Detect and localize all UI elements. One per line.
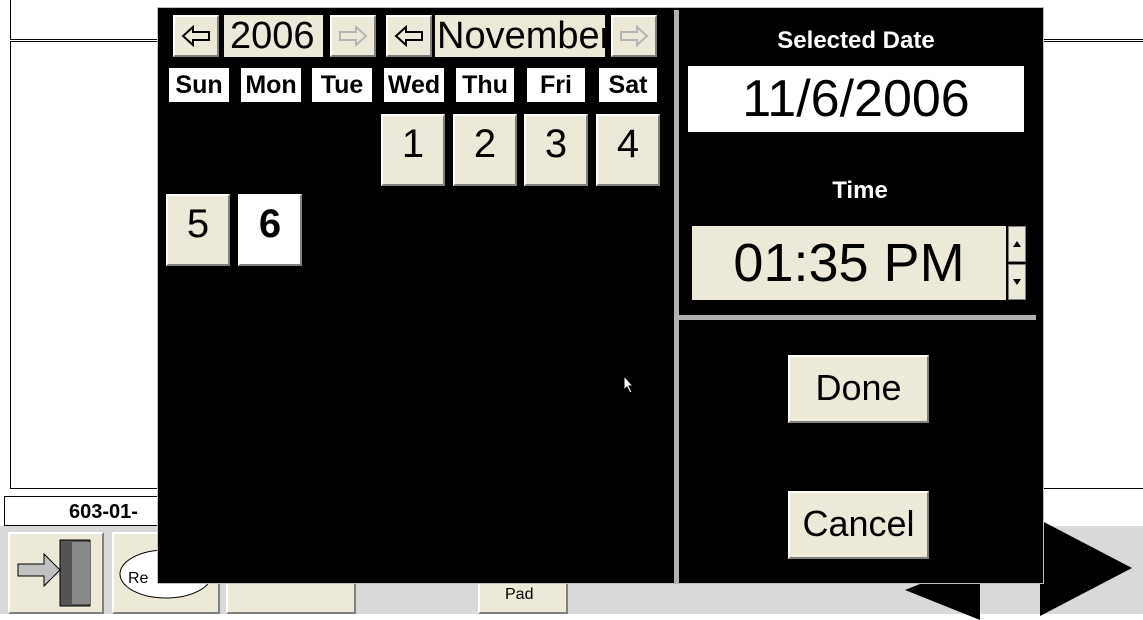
- scroll-right-arrow-icon[interactable]: [1040, 520, 1132, 616]
- cloud-button-label: Re: [128, 570, 149, 587]
- prev-month-button[interactable]: [386, 15, 432, 57]
- exit-door-icon: [17, 539, 91, 607]
- weekday-fri: Fri: [527, 68, 585, 102]
- prev-year-button[interactable]: [173, 15, 219, 57]
- selected-date-display: 11/6/2006: [688, 66, 1024, 132]
- triangle-up-icon: [1013, 241, 1021, 247]
- weekday-sat: Sat: [599, 68, 657, 102]
- time-increment-button[interactable]: [1008, 226, 1026, 262]
- day-cell[interactable]: 5: [166, 194, 230, 266]
- selected-date-label: Selected Date: [777, 27, 935, 54]
- right-arrow-icon: [339, 25, 368, 47]
- next-month-button[interactable]: [611, 15, 657, 57]
- dialog-vertical-divider: [674, 10, 679, 584]
- pad-button-label: Pad: [505, 586, 534, 603]
- day-cell[interactable]: 4: [596, 114, 660, 186]
- done-button[interactable]: Done: [788, 355, 929, 423]
- time-decrement-button[interactable]: [1008, 264, 1026, 300]
- weekday-mon: Mon: [241, 68, 301, 102]
- triangle-down-icon: [1013, 279, 1021, 285]
- cancel-button[interactable]: Cancel: [788, 491, 929, 559]
- dialog-horizontal-divider: [679, 315, 1036, 320]
- year-display: 2006: [224, 15, 323, 57]
- exit-button[interactable]: [8, 532, 104, 614]
- left-arrow-icon: [394, 25, 423, 47]
- right-arrow-icon: [620, 25, 649, 47]
- time-label: Time: [832, 177, 888, 204]
- month-display: November: [435, 15, 605, 57]
- weekday-thu: Thu: [456, 68, 514, 102]
- weekday-wed: Wed: [384, 68, 444, 102]
- weekday-sun: Sun: [169, 68, 229, 102]
- day-cell-selected[interactable]: 6: [238, 194, 302, 266]
- day-cell[interactable]: 2: [453, 114, 517, 186]
- day-cell[interactable]: 3: [524, 114, 588, 186]
- left-arrow-icon: [181, 25, 210, 47]
- time-display[interactable]: 01:35 PM: [692, 226, 1006, 300]
- weekday-tue: Tue: [312, 68, 372, 102]
- mouse-cursor-icon: [623, 375, 635, 394]
- next-year-button[interactable]: [330, 15, 376, 57]
- record-code-field: 603-01-: [4, 496, 164, 526]
- day-cell[interactable]: 1: [381, 114, 445, 186]
